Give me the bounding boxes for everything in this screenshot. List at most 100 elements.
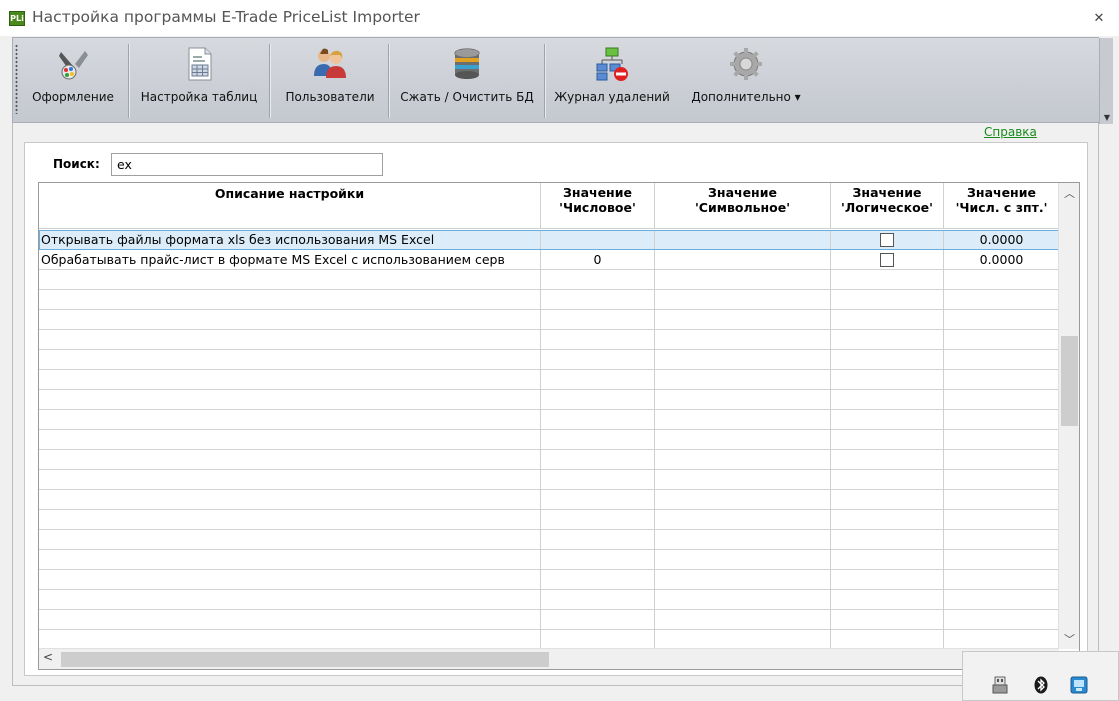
description-cell[interactable] — [39, 590, 541, 610]
symbolic-cell[interactable] — [655, 250, 831, 270]
description-cell[interactable] — [39, 570, 541, 590]
numeric-cell[interactable] — [541, 530, 655, 550]
network-icon[interactable] — [1070, 675, 1088, 695]
decimal-cell[interactable] — [944, 630, 1059, 650]
column-header-description[interactable]: Описание настройки — [39, 183, 541, 229]
logical-cell[interactable] — [831, 270, 944, 290]
decimal-cell[interactable] — [944, 410, 1059, 430]
symbolic-cell[interactable] — [655, 390, 831, 410]
table-row-empty[interactable] — [39, 450, 1059, 470]
symbolic-cell[interactable] — [655, 470, 831, 490]
logical-cell[interactable] — [831, 410, 944, 430]
numeric-cell[interactable] — [541, 410, 655, 430]
numeric-cell[interactable] — [541, 390, 655, 410]
table-row-empty[interactable] — [39, 510, 1059, 530]
logical-cell[interactable] — [831, 430, 944, 450]
logical-checkbox[interactable] — [880, 232, 894, 247]
usb-drive-icon[interactable] — [991, 675, 1009, 695]
symbolic-cell[interactable] — [655, 590, 831, 610]
logical-cell[interactable] — [831, 310, 944, 330]
table-row-empty[interactable] — [39, 330, 1059, 350]
users-button[interactable]: Пользователи — [274, 46, 386, 116]
description-cell[interactable] — [39, 350, 541, 370]
table-row-empty[interactable] — [39, 610, 1059, 630]
decimal-cell[interactable] — [944, 610, 1059, 630]
table-row-empty[interactable] — [39, 470, 1059, 490]
scroll-left-icon[interactable]: < — [43, 650, 53, 664]
description-cell[interactable] — [39, 410, 541, 430]
symbolic-cell[interactable] — [655, 550, 831, 570]
numeric-cell[interactable]: 0 — [541, 250, 655, 270]
decimal-cell[interactable] — [944, 290, 1059, 310]
decimal-cell[interactable] — [944, 470, 1059, 490]
table-row[interactable]: Открывать файлы формата xls без использо… — [39, 230, 1059, 250]
table-row-empty[interactable] — [39, 590, 1059, 610]
description-cell[interactable] — [39, 610, 541, 630]
table-row-empty[interactable] — [39, 270, 1059, 290]
vertical-scroll-thumb[interactable] — [1061, 336, 1078, 426]
description-cell[interactable]: Обрабатывать прайс-лист в формате MS Exc… — [39, 250, 541, 270]
symbolic-cell[interactable] — [655, 570, 831, 590]
table-row-empty[interactable] — [39, 410, 1059, 430]
decimal-cell[interactable] — [944, 330, 1059, 350]
logical-cell[interactable] — [831, 630, 944, 650]
table-row-empty[interactable] — [39, 350, 1059, 370]
numeric-cell[interactable] — [541, 450, 655, 470]
logical-cell[interactable] — [831, 510, 944, 530]
symbolic-cell[interactable] — [655, 410, 831, 430]
symbolic-cell[interactable] — [655, 370, 831, 390]
description-cell[interactable] — [39, 330, 541, 350]
description-cell[interactable] — [39, 390, 541, 410]
table-row[interactable]: Обрабатывать прайс-лист в формате MS Exc… — [39, 250, 1059, 270]
numeric-cell[interactable] — [541, 350, 655, 370]
scroll-up-icon[interactable]: ︿ — [1059, 185, 1079, 203]
symbolic-cell[interactable] — [655, 350, 831, 370]
symbolic-cell[interactable] — [655, 530, 831, 550]
decimal-cell[interactable] — [944, 270, 1059, 290]
decimal-cell[interactable] — [944, 570, 1059, 590]
symbolic-cell[interactable] — [655, 330, 831, 350]
symbolic-cell[interactable] — [655, 270, 831, 290]
symbolic-cell[interactable] — [655, 290, 831, 310]
horizontal-scrollbar[interactable]: < — [39, 648, 1059, 669]
design-button[interactable]: Оформление — [23, 46, 123, 116]
logical-cell[interactable] — [831, 590, 944, 610]
numeric-cell[interactable] — [541, 330, 655, 350]
symbolic-cell[interactable] — [655, 610, 831, 630]
column-header-logical[interactable]: Значение 'Логическое' — [831, 183, 944, 229]
table-row-empty[interactable] — [39, 570, 1059, 590]
logical-cell[interactable] — [831, 350, 944, 370]
description-cell[interactable] — [39, 430, 541, 450]
numeric-cell[interactable] — [541, 230, 655, 250]
description-cell[interactable] — [39, 510, 541, 530]
decimal-cell[interactable] — [944, 450, 1059, 470]
decimal-cell[interactable] — [944, 590, 1059, 610]
more-options-button[interactable]: Дополнительно ▾ — [681, 46, 811, 116]
symbolic-cell[interactable] — [655, 230, 831, 250]
description-cell[interactable] — [39, 270, 541, 290]
decimal-cell[interactable] — [944, 390, 1059, 410]
description-cell[interactable] — [39, 530, 541, 550]
horizontal-scroll-thumb[interactable] — [61, 652, 549, 667]
symbolic-cell[interactable] — [655, 310, 831, 330]
table-row-empty[interactable] — [39, 490, 1059, 510]
decimal-cell[interactable]: 0.0000 — [944, 230, 1059, 250]
symbolic-cell[interactable] — [655, 630, 831, 650]
decimal-cell[interactable]: 0.0000 — [944, 250, 1059, 270]
toolbar-grip[interactable] — [15, 44, 18, 114]
description-cell[interactable] — [39, 290, 541, 310]
description-cell[interactable] — [39, 470, 541, 490]
decimal-cell[interactable] — [944, 370, 1059, 390]
logical-cell[interactable] — [831, 550, 944, 570]
help-link[interactable]: Справка — [984, 125, 1037, 139]
description-cell[interactable] — [39, 550, 541, 570]
logical-cell[interactable] — [831, 470, 944, 490]
table-row-empty[interactable] — [39, 630, 1059, 650]
logical-cell[interactable] — [831, 290, 944, 310]
table-row-empty[interactable] — [39, 310, 1059, 330]
description-cell[interactable] — [39, 490, 541, 510]
description-cell[interactable] — [39, 370, 541, 390]
numeric-cell[interactable] — [541, 570, 655, 590]
numeric-cell[interactable] — [541, 510, 655, 530]
logical-cell[interactable] — [831, 610, 944, 630]
